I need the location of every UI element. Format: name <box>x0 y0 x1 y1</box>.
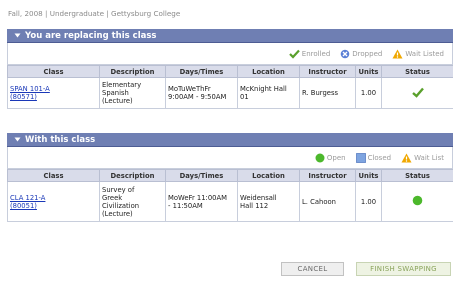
col-instructor: Instructor <box>299 65 356 78</box>
location-cell: McKnight Hall 01 <box>237 77 300 109</box>
class-link[interactable]: CLA 121-A (80051) <box>10 194 45 210</box>
col-description: Description <box>99 65 166 78</box>
legend-wait-list: Wait List <box>401 153 444 163</box>
check-icon <box>288 49 300 59</box>
cancel-button[interactable]: CANCEL <box>281 262 344 276</box>
warning-icon <box>392 49 403 58</box>
with-table: Class Description Days/Times Location In… <box>7 169 453 222</box>
instructor-cell: L. Cahoon <box>299 181 356 222</box>
legend-wait-listed: Wait Listed <box>392 49 444 59</box>
collapse-caret-icon[interactable] <box>13 32 21 40</box>
legend-enrolled: Enrolled <box>288 49 330 59</box>
table-row: CLA 121-A (80051) Survey of Greek Civilizat… <box>7 181 453 222</box>
finish-swapping-button[interactable]: FINISH SWAPPING <box>356 262 451 276</box>
availability-legend: Open Closed Wait List <box>7 147 453 169</box>
replacing-panel-header[interactable]: You are replacing this class <box>7 29 453 43</box>
with-panel: With this class Open Closed Wait List Cl… <box>7 133 453 222</box>
check-icon <box>411 87 424 98</box>
replacing-table: Class Description Days/Times Location In… <box>7 65 453 109</box>
term-breadcrumb: Fall, 2008 | Undergraduate | Gettysburg … <box>8 9 181 18</box>
description-cell: Elementary Spanish (Lecture) <box>99 77 166 109</box>
with-panel-header[interactable]: With this class <box>7 133 453 147</box>
col-class: Class <box>7 65 100 78</box>
col-location: Location <box>237 65 300 78</box>
col-days-times: Days/Times <box>165 65 238 78</box>
col-description: Description <box>99 169 166 182</box>
dropped-icon <box>340 49 350 58</box>
class-cell: SPAN 101-A (80571) <box>7 77 100 109</box>
closed-square-icon <box>355 152 366 163</box>
status-legend: Enrolled Dropped Wait Listed <box>7 43 453 65</box>
col-units: Units <box>355 65 382 78</box>
col-instructor: Instructor <box>299 169 356 182</box>
units-cell: 1.00 <box>355 181 382 222</box>
col-location: Location <box>237 169 300 182</box>
description-cell: Survey of Greek Civilization (Lecture) <box>99 181 166 222</box>
days-times-cell: MoTuWeThFr 9:00AM - 9:50AM <box>165 77 238 109</box>
legend-dropped: Dropped <box>340 49 382 59</box>
open-circle-icon <box>412 195 423 206</box>
legend-closed: Closed <box>355 152 391 163</box>
open-circle-icon <box>315 153 325 162</box>
units-cell: 1.00 <box>355 77 382 109</box>
class-link[interactable]: SPAN 101-A (80571) <box>10 85 50 101</box>
status-cell <box>381 181 453 222</box>
col-units: Units <box>355 169 382 182</box>
replacing-panel: You are replacing this class Enrolled Dr… <box>7 29 453 109</box>
replacing-title: You are replacing this class <box>25 30 157 41</box>
location-cell: Weidensall Hall 112 <box>237 181 300 222</box>
days-times-cell: MoWeFr 11:00AM - 11:50AM <box>165 181 238 222</box>
col-class: Class <box>7 169 100 182</box>
warning-icon <box>401 153 412 162</box>
col-status: Status <box>381 65 453 78</box>
col-status: Status <box>381 169 453 182</box>
legend-open: Open <box>315 153 346 163</box>
status-cell <box>381 77 453 109</box>
col-days-times: Days/Times <box>165 169 238 182</box>
table-row: SPAN 101-A (80571) Elementary Spanish (Lect… <box>7 77 453 109</box>
collapse-caret-icon[interactable] <box>13 136 21 144</box>
instructor-cell: R. Burgess <box>299 77 356 109</box>
with-title: With this class <box>25 134 96 145</box>
class-cell: CLA 121-A (80051) <box>7 181 100 222</box>
